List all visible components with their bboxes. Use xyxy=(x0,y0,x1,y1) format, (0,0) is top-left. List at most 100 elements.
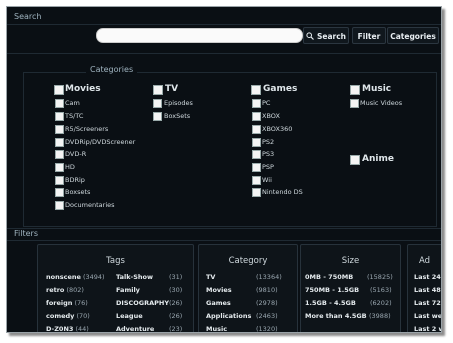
checkbox-tv[interactable] xyxy=(153,85,163,95)
checkbox-boxsets[interactable] xyxy=(55,188,64,197)
checkbox-wii[interactable] xyxy=(252,176,261,185)
option-documentaries: Documentaries xyxy=(65,201,115,209)
added-filter-item[interactable]: Last 48 xyxy=(414,286,441,294)
search-button[interactable]: Search xyxy=(303,27,349,44)
option-dvdrip: DVDRip/DVDScreener xyxy=(65,138,136,146)
size-filter-item[interactable]: 1.5GB - 4.5GB xyxy=(305,299,356,307)
checkbox-ts-tc[interactable] xyxy=(55,112,64,121)
option-dvd-r: DVD-R xyxy=(65,150,87,158)
size-count: (5163) xyxy=(370,286,392,294)
checkbox-psp[interactable] xyxy=(252,163,261,172)
checkbox-ps2[interactable] xyxy=(252,138,261,147)
checkbox-hd[interactable] xyxy=(55,163,64,172)
option-cam: Cam xyxy=(65,99,80,107)
checkbox-tv-boxsets[interactable] xyxy=(153,112,162,121)
checkbox-movies[interactable] xyxy=(54,85,64,95)
checkbox-music[interactable] xyxy=(350,85,360,95)
checkbox-episodes[interactable] xyxy=(153,99,162,108)
added-filter-item[interactable]: Last we xyxy=(414,312,441,320)
option-hd: HD xyxy=(65,163,75,171)
tag-item[interactable]: D-Z0N3 (44) xyxy=(46,325,89,332)
checkbox-cam[interactable] xyxy=(55,99,64,108)
categories-legend: Categories xyxy=(86,65,138,74)
tag-count: (23) xyxy=(169,325,183,333)
group-games: Games xyxy=(263,84,298,94)
checkbox-music-videos[interactable] xyxy=(350,99,359,108)
filters-section-label: Filters xyxy=(14,229,38,238)
option-ts-tc: TS/TC xyxy=(65,112,84,120)
filter-button[interactable]: Filter xyxy=(352,27,386,44)
tags-title: Tags xyxy=(106,256,125,266)
category-filter-item[interactable]: Games xyxy=(206,299,231,307)
option-wii: Wii xyxy=(262,176,272,184)
tag-item[interactable]: nonscene (3494) xyxy=(46,273,105,281)
category-filter-item[interactable]: Music xyxy=(206,325,227,332)
category-filter-item[interactable]: Movies xyxy=(206,286,232,294)
checkbox-dvd-r[interactable] xyxy=(55,150,64,159)
group-tv: TV xyxy=(165,84,179,94)
added-filter-item[interactable]: Last 24 xyxy=(414,273,441,281)
option-boxsets: Boxsets xyxy=(65,188,91,196)
option-music-videos: Music Videos xyxy=(360,99,403,107)
option-bdrip: BDRip xyxy=(65,176,85,184)
tag-item[interactable]: Adventure xyxy=(116,325,154,332)
option-r5-screeners: R5/Screeners xyxy=(65,125,109,133)
size-count: (3988) xyxy=(369,312,391,320)
group-movies: Movies xyxy=(65,84,101,94)
checkbox-ps3[interactable] xyxy=(252,150,261,159)
size-filter-item[interactable]: 750MB - 1.5GB xyxy=(305,286,359,294)
checkbox-bdrip[interactable] xyxy=(55,176,64,185)
tag-item[interactable]: foreign (76) xyxy=(46,299,88,307)
category-count: (9810) xyxy=(256,286,278,294)
option-ps2: PS2 xyxy=(262,138,275,146)
magnifier-icon xyxy=(306,29,314,40)
group-anime: Anime xyxy=(362,154,394,164)
checkbox-anime[interactable] xyxy=(350,155,360,165)
tag-item[interactable]: Talk-Show xyxy=(116,273,153,281)
size-count: (6202) xyxy=(370,299,392,307)
tag-item[interactable]: retro (802) xyxy=(46,286,84,294)
size-filter-item[interactable]: 0MB - 750MB xyxy=(305,273,353,281)
category-count: (2978) xyxy=(256,299,278,307)
categories-button[interactable]: Categories xyxy=(387,27,439,44)
checkbox-r5-screeners[interactable] xyxy=(55,125,64,134)
divider xyxy=(7,24,441,25)
option-tv-boxsets: BoxSets xyxy=(164,112,191,120)
option-episodes: Episodes xyxy=(164,99,193,107)
checkbox-nintendo-ds[interactable] xyxy=(252,188,261,197)
category-count: (1320) xyxy=(256,325,278,333)
search-button-label: Search xyxy=(316,32,347,41)
tag-count: (26) xyxy=(169,312,183,320)
added-filter-item[interactable]: Last 2 w xyxy=(414,325,441,332)
option-ps3: PS3 xyxy=(262,150,275,158)
checkbox-xbox360[interactable] xyxy=(252,125,261,134)
option-nintendo-ds: Nintendo DS xyxy=(262,188,303,196)
checkbox-xbox[interactable] xyxy=(252,112,261,121)
tag-count: (31) xyxy=(169,273,183,281)
checkbox-games[interactable] xyxy=(251,85,261,95)
option-xbox: XBOX xyxy=(262,112,280,120)
option-pc: PC xyxy=(262,99,271,107)
added-filter-item[interactable]: Last 72 xyxy=(414,299,441,307)
tag-count: (26) xyxy=(169,299,183,307)
tag-item[interactable]: League xyxy=(116,312,143,320)
tag-item[interactable]: Family xyxy=(116,286,140,294)
size-filter-item[interactable]: More than 4.5GB xyxy=(305,312,367,320)
tag-item[interactable]: DISCOGRAPHY xyxy=(116,299,169,307)
added-title: Ad xyxy=(419,256,431,266)
category-filter-item[interactable]: TV xyxy=(206,273,215,281)
category-filter-item[interactable]: Applications xyxy=(206,312,251,320)
search-input[interactable] xyxy=(96,28,303,43)
divider xyxy=(7,53,441,54)
search-window: Search Search Filter Categories Categori… xyxy=(6,6,442,333)
category-count: (13364) xyxy=(256,273,282,281)
checkbox-documentaries[interactable] xyxy=(55,201,64,210)
checkbox-pc[interactable] xyxy=(252,99,261,108)
option-xbox360: XBOX360 xyxy=(262,125,293,133)
tag-item[interactable]: comedy (70) xyxy=(46,312,90,320)
tag-count: (30) xyxy=(169,286,183,294)
size-count: (15825) xyxy=(367,273,393,281)
category-title: Category xyxy=(228,256,268,266)
checkbox-dvdrip[interactable] xyxy=(55,138,64,147)
divider xyxy=(7,240,441,241)
